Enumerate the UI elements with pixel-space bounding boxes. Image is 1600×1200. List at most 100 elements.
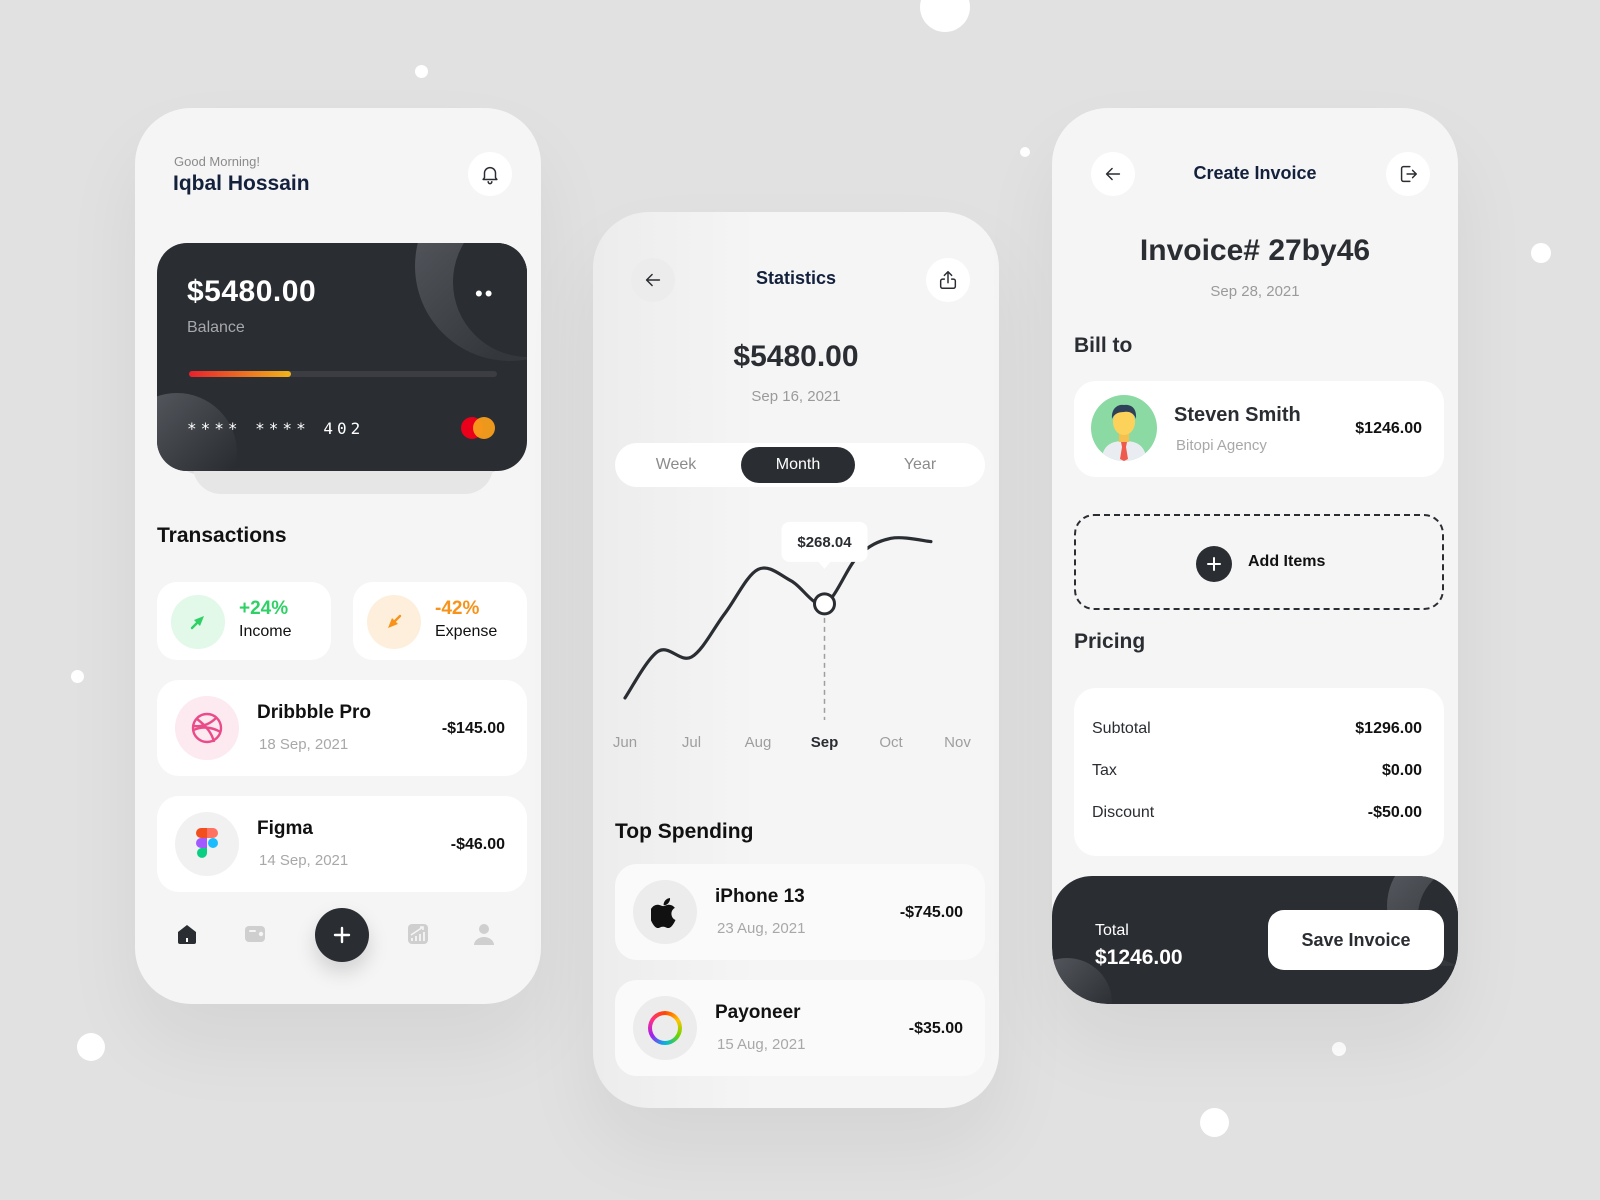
card-more-icon[interactable]: •• — [475, 281, 494, 307]
invoice-date: Sep 28, 2021 — [1210, 283, 1300, 300]
pricing-row: Subtotal $1296.00 — [1092, 718, 1422, 740]
spending-chart: $268.04 Jun Jul Aug Sep Oct Nov — [613, 521, 971, 751]
bill-to-title: Bill to — [1074, 334, 1133, 357]
plus-icon — [1196, 546, 1232, 582]
background-dot — [77, 1033, 105, 1061]
chart-tooltip-value: $268.04 — [797, 534, 852, 551]
total-bar: Total $1246.00 Save Invoice — [1052, 876, 1458, 1004]
background-dot — [1020, 147, 1030, 157]
transaction-date: 14 Sep, 2021 — [259, 852, 349, 869]
spending-item[interactable]: iPhone 13 23 Aug, 2021 -$745.00 — [615, 864, 985, 960]
card-balance: $5480.00 — [187, 275, 317, 308]
exit-button[interactable] — [1386, 152, 1430, 196]
chart-x-tick: Jun — [613, 734, 637, 751]
client-company: Bitopi Agency — [1176, 437, 1267, 454]
invoice-number: Invoice# 27by46 — [1139, 234, 1371, 267]
avatar — [1091, 395, 1157, 461]
chart-x-tick: Nov — [944, 734, 971, 751]
pricing-value: $1296.00 — [1355, 720, 1422, 737]
background-dot — [920, 0, 970, 32]
pricing-row: Discount -$50.00 — [1092, 802, 1422, 824]
chart-x-tick: Jul — [682, 734, 701, 751]
profile-icon[interactable] — [472, 922, 496, 946]
client-name: Steven Smith — [1174, 404, 1301, 426]
statistics-screen: Statistics $5480.00 Sep 16, 2021 Week Mo… — [593, 212, 999, 1108]
pricing-label: Subtotal — [1092, 720, 1151, 737]
expense-label: Expense — [435, 623, 498, 640]
tab-year[interactable]: Year — [863, 447, 977, 483]
expense-stat[interactable]: -42% Expense — [353, 582, 527, 660]
wallet-icon[interactable] — [243, 922, 267, 946]
chart-x-tick: Aug — [745, 734, 772, 751]
chart-x-tick: Oct — [879, 734, 903, 751]
analytics-icon[interactable] — [406, 922, 430, 946]
pricing-label: Tax — [1092, 762, 1117, 779]
background-dot — [71, 670, 84, 683]
spending-date: 23 Aug, 2021 — [717, 920, 806, 937]
period-selector: Week Month Year — [615, 443, 985, 487]
income-percent: +24% — [239, 598, 289, 619]
user-name: Iqbal Hossain — [173, 172, 310, 195]
background-dot — [415, 65, 428, 78]
transaction-amount: -$145.00 — [441, 720, 505, 737]
pricing-title: Pricing — [1074, 630, 1146, 653]
home-icon[interactable] — [175, 922, 199, 946]
background-dot — [1332, 1042, 1346, 1056]
chart-highlight-point[interactable] — [813, 592, 836, 616]
transactions-title: Transactions — [157, 524, 287, 547]
card-balance-label: Balance — [187, 319, 245, 336]
plus-icon — [333, 926, 351, 944]
balance-card[interactable]: $5480.00 Balance •• **** **** 402 — [157, 243, 527, 471]
apple-icon — [633, 880, 697, 944]
save-invoice-button[interactable]: Save Invoice — [1268, 910, 1444, 970]
chart-x-tick: Sep — [811, 734, 839, 751]
transaction-name: Figma — [257, 818, 313, 839]
transaction-item[interactable]: Figma 14 Sep, 2021 -$46.00 — [157, 796, 527, 892]
top-spending-title: Top Spending — [615, 820, 754, 843]
spending-amount: -$35.00 — [908, 1020, 963, 1037]
pricing-label: Discount — [1092, 804, 1155, 821]
total-label: Total — [1095, 922, 1129, 939]
add-button[interactable] — [315, 908, 369, 962]
income-arrow-icon — [171, 595, 225, 649]
total-value: $1246.00 — [1095, 946, 1183, 969]
add-items-button[interactable]: Add Items — [1074, 514, 1444, 610]
greeting-text: Good Morning! — [174, 154, 260, 169]
logout-icon — [1400, 165, 1417, 183]
income-stat[interactable]: +24% Income — [157, 582, 331, 660]
transaction-date: 18 Sep, 2021 — [259, 736, 349, 753]
tab-week[interactable]: Week — [619, 447, 733, 483]
home-screen: Good Morning! Iqbal Hossain $5480.00 Bal… — [135, 108, 541, 1004]
pricing-row: Tax $0.00 — [1092, 760, 1422, 782]
payoneer-icon — [633, 996, 697, 1060]
expense-arrow-icon — [367, 595, 421, 649]
bell-icon — [482, 166, 498, 185]
tab-month[interactable]: Month — [741, 447, 855, 483]
figma-icon — [175, 812, 239, 876]
pricing-card: Subtotal $1296.00 Tax $0.00 Discount -$5… — [1074, 688, 1444, 856]
pricing-value: $0.00 — [1381, 762, 1422, 779]
card-progress-bar — [189, 371, 497, 377]
background-dot — [1531, 243, 1551, 263]
expense-percent: -42% — [435, 598, 480, 619]
transaction-item[interactable]: Dribbble Pro 18 Sep, 2021 -$145.00 — [157, 680, 527, 776]
notifications-button[interactable] — [468, 152, 512, 196]
spending-item[interactable]: Payoneer 15 Aug, 2021 -$35.00 — [615, 980, 985, 1076]
invoice-screen: Create Invoice Invoice# 27by46 Sep 28, 2… — [1052, 108, 1458, 1004]
dribbble-icon — [175, 696, 239, 760]
chart-tooltip: $268.04 — [781, 521, 868, 569]
stats-date: Sep 16, 2021 — [751, 388, 841, 405]
share-button[interactable] — [926, 258, 970, 302]
pricing-value: -$50.00 — [1367, 804, 1422, 821]
client-amount: $1246.00 — [1355, 420, 1422, 437]
spending-name: Payoneer — [715, 1002, 801, 1023]
bottom-nav — [135, 898, 541, 968]
client-card[interactable]: Steven Smith Bitopi Agency $1246.00 — [1074, 381, 1444, 477]
income-label: Income — [239, 623, 292, 640]
chart-series-line — [623, 536, 933, 700]
card-progress-fill — [189, 371, 291, 377]
mastercard-icon — [461, 417, 497, 439]
stats-amount: $5480.00 — [733, 340, 859, 373]
spending-name: iPhone 13 — [715, 886, 805, 907]
transaction-amount: -$46.00 — [450, 836, 505, 853]
